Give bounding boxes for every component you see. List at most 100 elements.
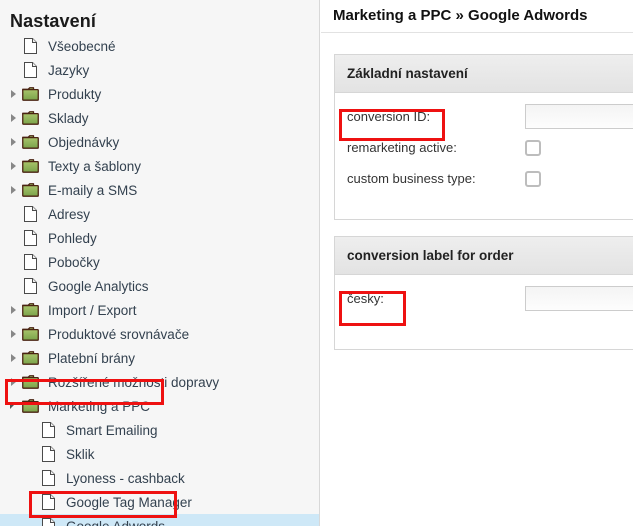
- content-area: Marketing a PPC » Google Adwords Základn…: [321, 0, 633, 526]
- triangle-glyph: [10, 186, 16, 194]
- sidebar-item-label: Sklik: [66, 446, 95, 462]
- sidebar-item-produkty[interactable]: Produkty: [0, 82, 319, 106]
- sidebar-item-roz-en-mo-nosti-dopravy[interactable]: Rozšířené možnosti dopravy: [0, 370, 319, 394]
- form-row-remarketing-active: remarketing active:: [335, 132, 633, 163]
- panel-conversion-label-heading: conversion label for order: [335, 237, 633, 275]
- custom-business-type-checkbox[interactable]: [525, 170, 541, 187]
- file-icon: [38, 466, 58, 490]
- triangle-glyph: [10, 378, 16, 386]
- panel-conversion-label-body: česky:: [335, 283, 633, 314]
- file-icon: [20, 58, 40, 82]
- file-icon: [38, 418, 58, 442]
- triangle-glyph: [10, 354, 16, 362]
- file-icon: [38, 514, 58, 526]
- triangle-glyph: [10, 162, 16, 170]
- triangle-glyph: [10, 90, 16, 98]
- sidebar-item-label: Smart Emailing: [66, 422, 158, 438]
- sidebar-item-label: Produktové srovnávače: [48, 326, 190, 342]
- chevron-right-icon[interactable]: [6, 298, 20, 322]
- sidebar-item-google-tag-manager[interactable]: Google Tag Manager: [0, 490, 319, 514]
- folder-icon: [20, 394, 40, 418]
- folder-icon: [20, 346, 40, 370]
- sidebar-item-label: Rozšířené možnosti dopravy: [48, 374, 220, 390]
- sidebar-item-jazyky[interactable]: Jazyky: [0, 58, 319, 82]
- chevron-right-icon[interactable]: [6, 370, 20, 394]
- file-icon: [20, 34, 40, 58]
- folder-icon: [20, 106, 40, 130]
- sidebar-item-label: Lyoness - cashback: [66, 470, 185, 486]
- sidebar-item-objedn-vky[interactable]: Objednávky: [0, 130, 319, 154]
- sidebar-item-google-analytics[interactable]: Google Analytics: [0, 274, 319, 298]
- sidebar-item-label: Import / Export: [48, 302, 137, 318]
- sidebar-item-google-adwords[interactable]: Google Adwords: [0, 514, 319, 526]
- sidebar-item-label: Pohledy: [48, 230, 97, 246]
- chevron-right-icon[interactable]: [6, 106, 20, 130]
- sidebar-item-e-maily-a-sms[interactable]: E-maily a SMS: [0, 178, 319, 202]
- sidebar-item-platebn-br-ny[interactable]: Platební brány: [0, 346, 319, 370]
- sidebar-item-pohledy[interactable]: Pohledy: [0, 226, 319, 250]
- panel-conversion-label: conversion label for order česky:: [334, 236, 633, 350]
- sidebar-item-adresy[interactable]: Adresy: [0, 202, 319, 226]
- chevron-right-icon[interactable]: [6, 346, 20, 370]
- sidebar-item-label: Všeobecné: [48, 38, 116, 54]
- folder-icon: [20, 82, 40, 106]
- chevron-right-icon[interactable]: [6, 154, 20, 178]
- sidebar-item-label: Google Analytics: [48, 278, 149, 294]
- folder-icon: [20, 322, 40, 346]
- sidebar-item-lyoness-cashback[interactable]: Lyoness - cashback: [0, 466, 319, 490]
- folder-icon: [20, 298, 40, 322]
- settings-sidebar: Nastavení Všeobecné Jazyky Produkty Sklady O…: [0, 0, 320, 526]
- sidebar-item-v-eobecn[interactable]: Všeobecné: [0, 34, 319, 58]
- sidebar-item-label: E-maily a SMS: [48, 182, 138, 198]
- sidebar-item-label: Marketing a PPC: [48, 398, 151, 414]
- folder-icon: [20, 370, 40, 394]
- chevron-right-icon[interactable]: [6, 130, 20, 154]
- sidebar-item-label: Jazyky: [48, 62, 90, 78]
- sidebar-item-label: Texty a šablony: [48, 158, 142, 174]
- sidebar-item-label: Platební brány: [48, 350, 136, 366]
- settings-tree: Všeobecné Jazyky Produkty Sklady Objednávky T…: [0, 34, 319, 526]
- sidebar-item-texty-a-ablony[interactable]: Texty a šablony: [0, 154, 319, 178]
- app-root: Nastavení Všeobecné Jazyky Produkty Sklady O…: [0, 0, 633, 526]
- custom-business-type-label: custom business type:: [347, 171, 476, 186]
- sidebar-item-label: Produkty: [48, 86, 102, 102]
- sidebar-item-label: Pobočky: [48, 254, 100, 270]
- folder-icon: [20, 178, 40, 202]
- sidebar-item-label: Google Tag Manager: [66, 494, 192, 510]
- sidebar-item-label: Sklady: [48, 110, 89, 126]
- triangle-glyph: [10, 114, 16, 122]
- panel-basic-settings-body: conversion ID: remarketing active: custo…: [335, 101, 633, 194]
- remarketing-active-checkbox[interactable]: [525, 139, 541, 156]
- chevron-right-icon[interactable]: [6, 82, 20, 106]
- file-icon: [20, 202, 40, 226]
- sidebar-item-marketing-a-ppc[interactable]: Marketing a PPC: [0, 394, 319, 418]
- sidebar-item-sklady[interactable]: Sklady: [0, 106, 319, 130]
- chevron-right-icon[interactable]: [6, 322, 20, 346]
- page-title: Nastavení: [10, 11, 96, 31]
- sidebar-item-produktov-srovn-va-e[interactable]: Produktové srovnávače: [0, 322, 319, 346]
- file-icon: [20, 226, 40, 250]
- sidebar-item-smart-emailing[interactable]: Smart Emailing: [0, 418, 319, 442]
- file-icon: [38, 490, 58, 514]
- conversion-id-label: conversion ID:: [347, 109, 431, 124]
- form-row-custom-business-type: custom business type:: [335, 163, 633, 194]
- cesky-input[interactable]: [525, 286, 633, 311]
- sidebar-item-label: Google Adwords: [66, 518, 166, 526]
- sidebar-item-import-export[interactable]: Import / Export: [0, 298, 319, 322]
- panel-basic-settings: Základní nastavení conversion ID: remark…: [334, 54, 633, 220]
- form-row-cesky: česky:: [335, 283, 633, 314]
- file-icon: [38, 442, 58, 466]
- triangle-glyph: [10, 138, 16, 146]
- sidebar-item-label: Objednávky: [48, 134, 120, 150]
- sidebar-item-pobo-ky[interactable]: Pobočky: [0, 250, 319, 274]
- breadcrumb: Marketing a PPC » Google Adwords: [321, 0, 633, 33]
- chevron-right-icon[interactable]: [6, 178, 20, 202]
- form-row-conversion-id: conversion ID:: [335, 101, 633, 132]
- remarketing-active-label: remarketing active:: [347, 140, 457, 155]
- folder-icon: [20, 154, 40, 178]
- conversion-id-input[interactable]: [525, 104, 633, 129]
- sidebar-item-sklik[interactable]: Sklik: [0, 442, 319, 466]
- chevron-down-icon[interactable]: [6, 394, 20, 418]
- file-icon: [20, 250, 40, 274]
- sidebar-item-label: Adresy: [48, 206, 91, 222]
